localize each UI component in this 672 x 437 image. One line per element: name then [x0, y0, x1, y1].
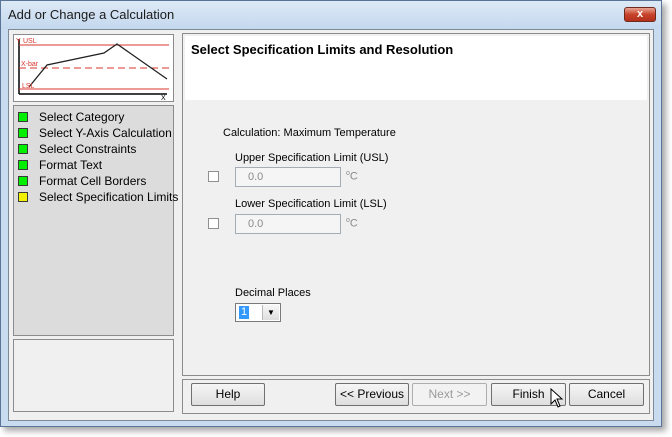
button-bar: Help << Previous Next >> Finish Cancel — [182, 379, 650, 414]
dialog-client-area: Y USL X-bar LSL X Select Category Select… — [8, 29, 654, 421]
mouse-cursor-icon — [550, 388, 564, 408]
usl-checkbox[interactable] — [208, 171, 219, 182]
step-label: Select Category — [39, 110, 125, 124]
lsl-label: Lower Specification Limit (LSL) — [235, 198, 387, 210]
previous-button[interactable]: << Previous — [335, 383, 409, 406]
x-axis-label: X — [161, 95, 166, 101]
xbar-label: X-bar — [21, 61, 39, 68]
lsl-input[interactable]: 0.0 — [235, 214, 341, 234]
chevron-down-icon[interactable]: ▼ — [262, 305, 279, 320]
main-panel: Select Specification Limits and Resoluti… — [182, 33, 650, 376]
step-header: Select Specification Limits and Resoluti… — [185, 36, 647, 100]
step-label: Format Cell Borders — [39, 174, 147, 188]
status-complete-icon — [18, 128, 28, 138]
decimal-places-value: 1 — [239, 306, 250, 319]
step-label: Format Text — [39, 158, 103, 172]
left-panel: Y USL X-bar LSL X Select Category Select… — [12, 33, 178, 414]
lsl-label: LSL — [22, 83, 35, 90]
next-button[interactable]: Next >> — [412, 383, 487, 406]
status-complete-icon — [18, 144, 28, 154]
decimal-places-label: Decimal Places — [235, 287, 311, 299]
close-icon: x — [636, 8, 644, 20]
y-axis-label: Y — [16, 38, 21, 45]
page-title: Select Specification Limits and Resoluti… — [191, 42, 454, 57]
decimal-places-select[interactable]: 1 ▼ — [235, 303, 281, 322]
usl-label: USL — [23, 38, 37, 45]
lsl-checkbox[interactable] — [208, 218, 219, 229]
chart-thumbnail: Y USL X-bar LSL X — [13, 34, 174, 102]
status-current-icon — [18, 192, 28, 202]
wizard-steps-list: Select Category Select Y-Axis Calculatio… — [13, 105, 178, 336]
title-bar[interactable]: Add or Change a Calculation x — [1, 1, 661, 29]
spec-limits-chart-icon: Y USL X-bar LSL X — [16, 38, 169, 101]
usl-input[interactable]: 0.0 — [235, 167, 341, 187]
status-complete-icon — [18, 176, 28, 186]
usl-unit: oC — [346, 170, 358, 183]
step-label: Select Constraints — [39, 142, 137, 156]
status-complete-icon — [18, 160, 28, 170]
window-title: Add or Change a Calculation — [8, 7, 175, 22]
usl-label: Upper Specification Limit (USL) — [235, 152, 389, 164]
help-button[interactable]: Help — [191, 383, 265, 406]
lsl-unit: oC — [346, 217, 358, 230]
dialog-window: Add or Change a Calculation x Y USL X-ba… — [0, 0, 662, 427]
status-complete-icon — [18, 112, 28, 122]
calculation-label: Calculation: Maximum Temperature — [223, 127, 396, 139]
info-panel — [13, 339, 174, 412]
cancel-button[interactable]: Cancel — [569, 383, 644, 406]
close-button[interactable]: x — [624, 7, 656, 22]
step-label: Select Y-Axis Calculation — [39, 126, 172, 140]
step-label: Select Specification Limits — [39, 190, 179, 204]
